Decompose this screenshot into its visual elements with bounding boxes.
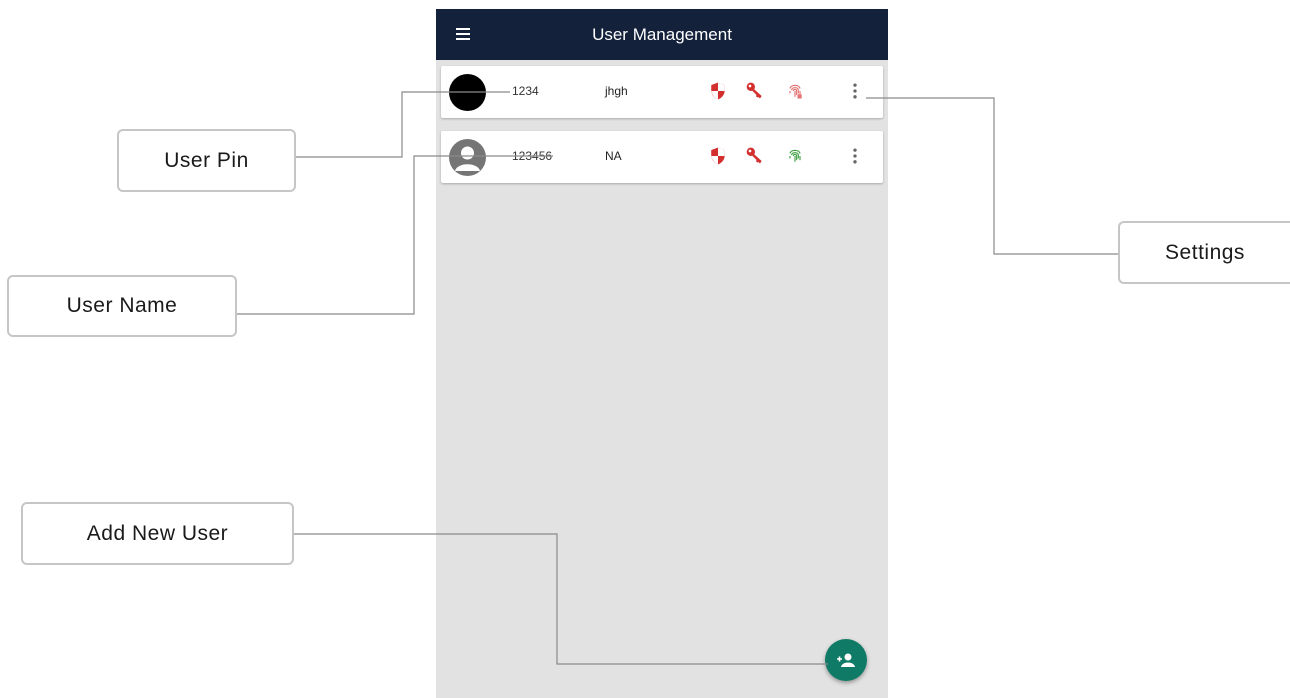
settings-callout: Settings	[1118, 221, 1290, 284]
callout-label: Settings	[1165, 240, 1245, 264]
callout-connectors	[237, 91, 1118, 665]
add-new-user-callout: Add New User	[21, 502, 294, 565]
user-pin-callout: User Pin	[117, 129, 296, 192]
callout-label: User Pin	[164, 148, 249, 172]
user-name-callout: User Name	[7, 275, 237, 337]
callout-label: Add New User	[86, 521, 229, 545]
callout-label: User Name	[66, 294, 178, 317]
